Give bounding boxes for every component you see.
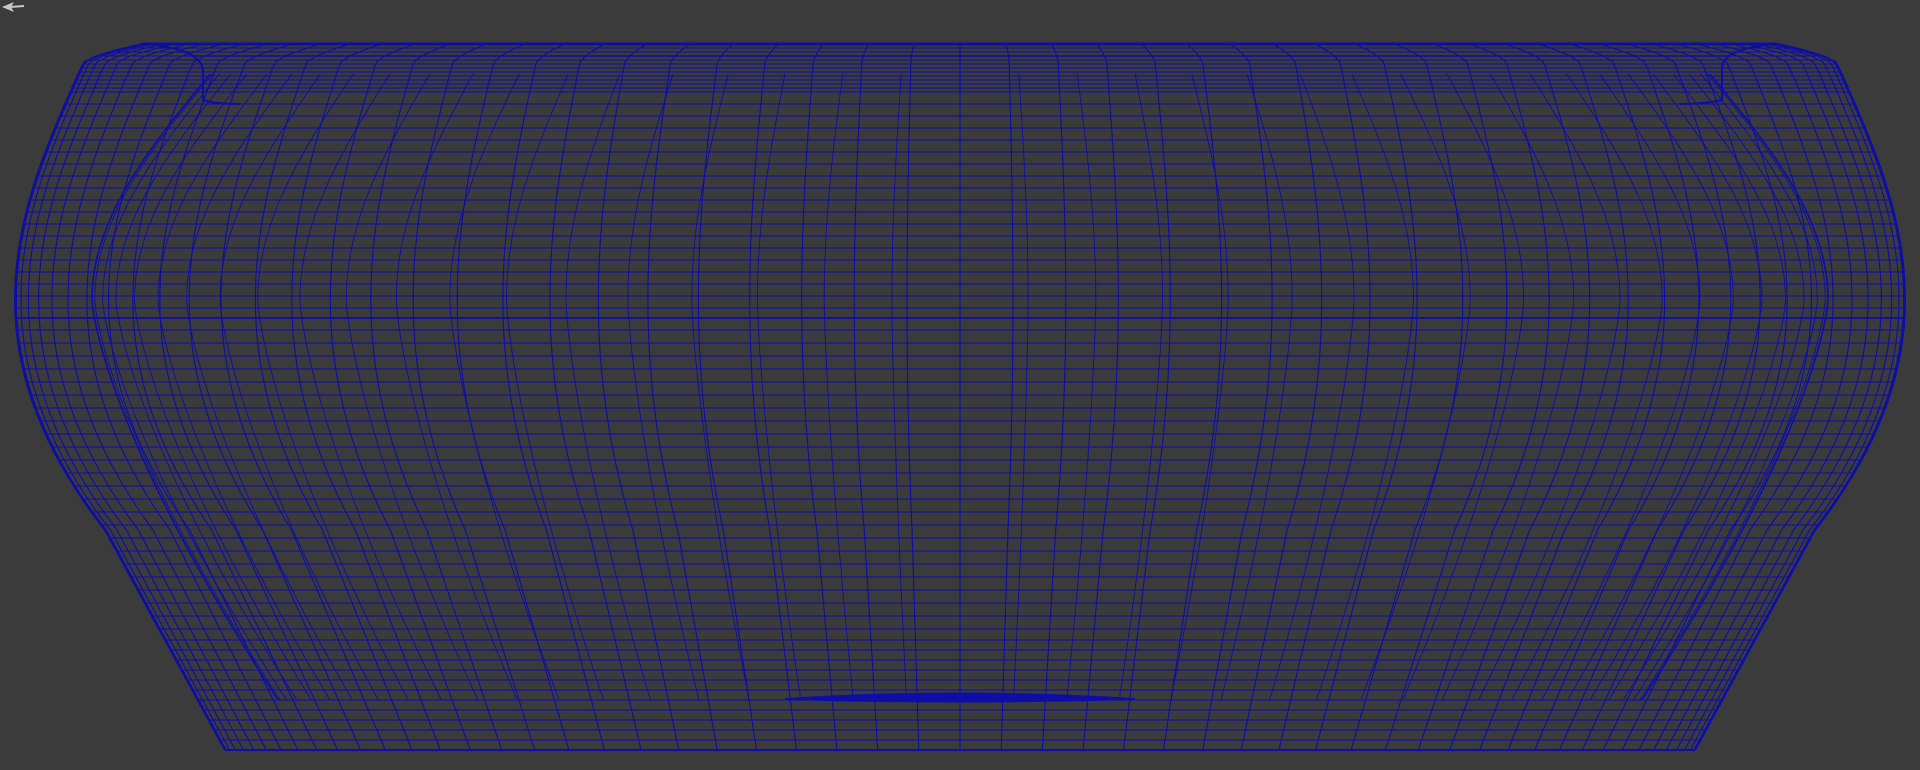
mesh-meridian [1558, 43, 1732, 751]
mesh-meridian [188, 43, 362, 751]
mesh-inner-meridian [1541, 73, 1701, 701]
mesh-meridian [291, 43, 441, 751]
view-axis-icon[interactable] [0, 0, 24, 14]
mesh-inner-meridian [1220, 73, 1293, 701]
mesh-meridian [456, 43, 570, 751]
mesh-meridian [502, 43, 606, 751]
mesh-inner-meridian [1170, 73, 1229, 701]
mesh-meridian [329, 43, 471, 751]
mesh-meridian [749, 43, 797, 751]
mesh-meridian [1479, 43, 1629, 751]
mesh-meridian [1240, 43, 1323, 751]
mesh-inner-meridian [395, 73, 518, 701]
mesh-inner-meridian [219, 73, 379, 701]
mesh-meridian [597, 43, 680, 751]
mesh-inner-meridian [1567, 73, 1734, 701]
mesh-base-plate [784, 692, 1136, 703]
mesh-inner-meridian [1402, 73, 1525, 701]
mesh-inner-meridian [1589, 73, 1763, 701]
mesh-inner-meridian [94, 73, 281, 701]
mesh-inner-meridian [891, 73, 907, 701]
mesh-meridian [1350, 43, 1464, 751]
3d-viewport[interactable] [0, 0, 1920, 770]
mesh-inner-meridian [1360, 73, 1471, 701]
mesh-meridian [549, 43, 642, 751]
mesh-meridian [1123, 43, 1171, 751]
mesh-inner-meridian [1066, 73, 1097, 701]
gizmo-stem [9, 5, 24, 8]
mesh-inner-meridian [345, 73, 479, 701]
mesh-inner-meridian [186, 73, 353, 701]
mesh-meridian [1449, 43, 1591, 751]
mesh-inner-meridian [1441, 73, 1575, 701]
mesh-meridian [906, 43, 920, 751]
mesh-inner-meridian [627, 73, 700, 701]
mesh-meridian [1693, 43, 1905, 751]
mesh-inner-meridian [823, 73, 854, 701]
mesh-inner-meridian [449, 73, 560, 701]
mesh-meridian [1684, 43, 1893, 751]
wireframe-mesh[interactable] [0, 0, 1920, 770]
mesh-meridian [1000, 43, 1014, 751]
mesh-meridian [1162, 43, 1223, 751]
mesh-inner-meridian [1639, 73, 1826, 701]
mesh-meridian [853, 43, 879, 751]
mesh-meridian [1041, 43, 1067, 751]
mesh-meridian [27, 43, 236, 751]
mesh-inner-meridian [691, 73, 750, 701]
mesh-meridian [1082, 43, 1119, 751]
mesh-meridian [1278, 43, 1371, 751]
mesh-meridian [1417, 43, 1550, 751]
mesh-inner-meridian [157, 73, 331, 701]
mesh-meridian [697, 43, 758, 751]
mesh-meridian [370, 43, 503, 751]
mesh-meridian [801, 43, 838, 751]
mesh-inner-meridian [1013, 73, 1029, 701]
mesh-meridian [1314, 43, 1418, 751]
mesh-meridian [15, 43, 227, 751]
